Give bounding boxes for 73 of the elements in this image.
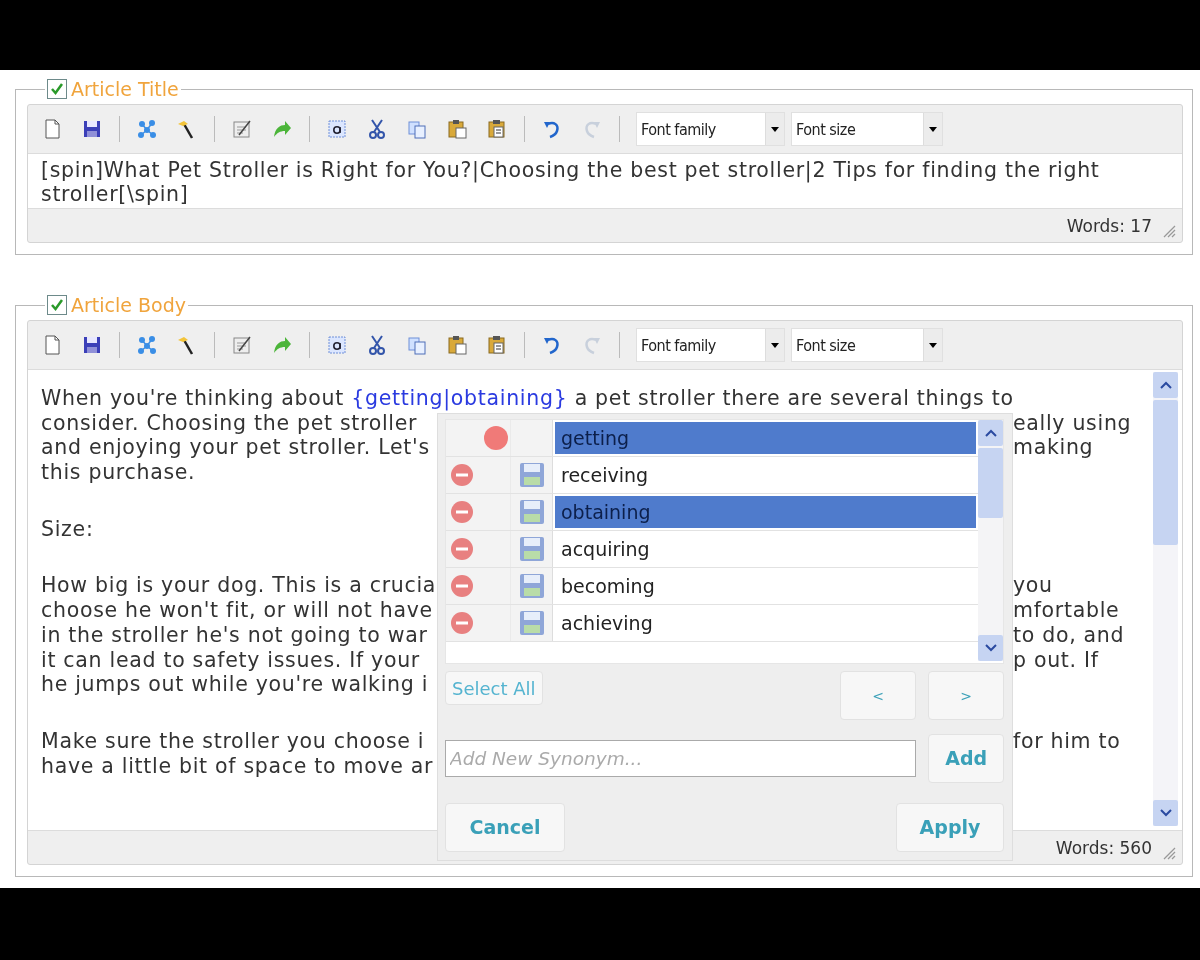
paste-special-icon[interactable] [486,334,508,356]
caret-icon [765,113,784,145]
dropdown[interactable]: Font size [791,328,943,362]
paste-icon[interactable] [446,118,468,140]
text-line: How big is your dog. This is a crucia [41,573,437,599]
dropdown[interactable]: Font family [636,328,785,362]
caret-icon [765,329,784,361]
scroll-up-icon[interactable] [978,420,1003,446]
synonym-item[interactable]: obtaining [553,494,978,530]
dropdown[interactable]: Font size [791,112,943,146]
cut-icon[interactable] [366,118,388,140]
edit-note-icon[interactable] [231,118,253,140]
text-line: and enjoying your pet stroller. Let's [41,435,431,461]
cut-icon[interactable] [366,334,388,356]
text-line: mfortable [1013,598,1120,623]
remove-icon[interactable] [450,537,474,561]
resize-grip-icon[interactable] [1162,846,1176,860]
scroll-down-icon[interactable] [1153,800,1178,826]
synonym-item[interactable]: achieving [553,605,978,641]
remove-icon[interactable] [450,574,474,598]
molecule-icon[interactable] [136,118,158,140]
scrollbar[interactable] [1153,372,1178,826]
save-icon[interactable] [81,118,103,140]
text-line: you [1013,573,1053,599]
paste-special-icon[interactable] [486,118,508,140]
select-text-icon[interactable] [326,334,348,356]
caret-icon [923,329,942,361]
caret-icon [923,113,942,145]
dot-icon [484,426,508,450]
synonym-item[interactable]: getting [553,420,978,456]
text-line: Size: [41,516,95,542]
text-line: choose he won't fit, or will not have [41,598,434,623]
paste-icon[interactable] [446,334,468,356]
text-line: this purchase. [41,460,197,485]
text-line: Make sure the stroller you choose i [41,728,426,754]
word-count: Words: 17 [1066,215,1152,236]
text-area[interactable]: [spin]What Pet Stroller is Right for You?|Choosing the best pet stroller|2 Tips for finding the right stroller[\spin] [28,154,1182,208]
checkbox[interactable] [47,79,67,99]
scroll-up-icon[interactable] [1153,372,1178,398]
editor-text: [spin]What Pet Stroller is Right for You?|Choosing the best pet stroller|2 Tips for finding the right stroller[\spin] [41,158,1101,206]
scrollbar[interactable] [978,420,1003,661]
remove-icon[interactable] [450,463,474,487]
edit-note-icon[interactable] [231,334,253,356]
text-line: it can lead to safety issues. If your [41,647,421,673]
copy-icon[interactable] [406,118,428,140]
remove-icon[interactable] [450,500,474,524]
checkbox[interactable] [47,295,67,315]
text-line: have a little bit of space to move ar [41,753,435,779]
section-title: Article Body [71,294,186,316]
copy-icon[interactable] [406,334,428,356]
molecule-icon[interactable] [136,334,158,356]
scroll-thumb[interactable] [1153,400,1178,545]
text-line: he jumps out while you're walking i [41,672,430,697]
remove-icon[interactable] [450,611,474,635]
synonym-item[interactable]: acquiring [553,531,978,567]
text-line: making [1013,435,1094,461]
text-line: p out. If [1013,647,1099,673]
save-icon[interactable] [81,334,103,356]
synonym-item[interactable]: receiving [553,457,978,493]
select-text-icon[interactable] [326,118,348,140]
text-line: to do, and [1013,622,1125,648]
text-line: eally using [1013,410,1132,436]
text-line: for him to [1013,728,1121,754]
dropdown[interactable]: Font family [636,112,785,146]
synonym-item[interactable]: becoming [553,568,978,604]
scroll-thumb[interactable] [978,448,1003,518]
text-line: When you're thinking about {getting|obtaining} a pet stroller there are several things to [41,386,1014,411]
resize-grip-icon[interactable] [1162,224,1176,238]
text-line: consider. Choosing the pet stroller [41,410,418,436]
scroll-down-icon[interactable] [978,635,1003,661]
section-title: Article Title [71,78,179,100]
text-line: in the stroller he's not going to war [41,622,429,648]
word-count: Words: 560 [1055,837,1152,858]
